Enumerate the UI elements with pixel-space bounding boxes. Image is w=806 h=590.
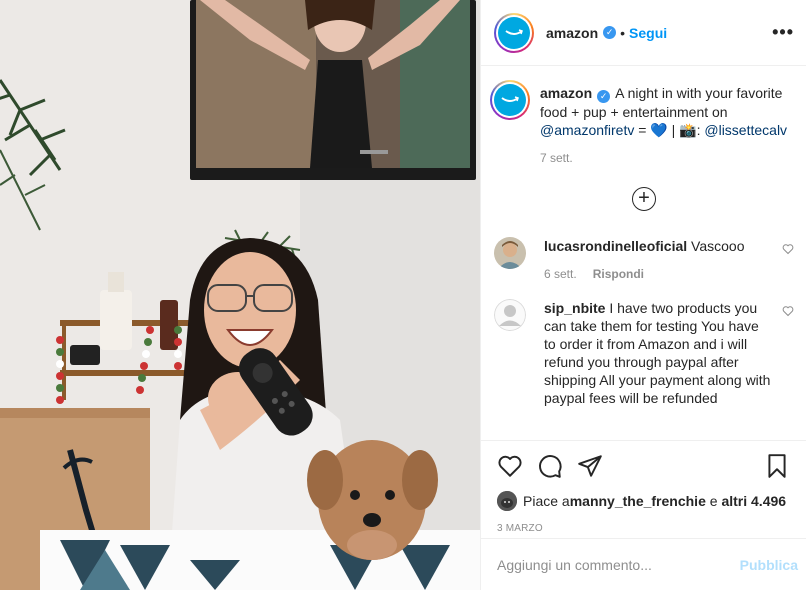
tv (190, 0, 476, 180)
comment-username[interactable]: lucasrondinelleoficial (544, 238, 687, 254)
caption-mid: = 💙 | 📸: (634, 122, 705, 138)
comment-avatar[interactable] (494, 237, 526, 269)
post-dialog: amazon ✓ • Segui ••• amazon ✓ A night in… (0, 0, 806, 590)
follow-button[interactable]: Segui (629, 25, 667, 41)
add-comment-bar: Pubblica (481, 538, 806, 590)
header-dot-separator: • (620, 24, 626, 41)
caption-verified-icon: ✓ (597, 90, 611, 103)
post-header: amazon ✓ • Segui ••• (481, 0, 806, 66)
add-comment-input[interactable] (497, 556, 740, 573)
comment-avatar-default[interactable] (494, 299, 526, 331)
caption-amazon-logo-icon (494, 84, 526, 116)
reply-button[interactable]: Rispondi (593, 267, 644, 281)
load-more-comments-icon[interactable]: + (632, 187, 656, 211)
caption-time[interactable]: 7 sett. (540, 151, 573, 165)
mention-lissettecalv[interactable]: @lissettecalv (704, 122, 787, 138)
caption-meta: 7 sett. (540, 151, 790, 165)
post-date[interactable]: 3 MARZO (497, 523, 790, 534)
load-more-comments: + (494, 187, 794, 211)
comment-bubble-icon[interactable] (537, 453, 563, 479)
share-paper-plane-icon[interactable] (577, 453, 603, 479)
liker-username[interactable]: manny_the_frenchie (570, 493, 706, 509)
more-options-icon[interactable]: ••• (772, 22, 794, 43)
comment-body: Vascooo (691, 238, 745, 254)
comment-text: sip_nbite I have two products you can ta… (544, 299, 774, 407)
bookmark-icon[interactable] (764, 453, 790, 479)
post-photo[interactable] (0, 0, 480, 590)
post-side-panel: amazon ✓ • Segui ••• amazon ✓ A night in… (480, 0, 806, 590)
comment-like-heart-icon[interactable] (782, 243, 794, 255)
blanket (40, 530, 480, 590)
comment-like-heart-icon[interactable] (782, 305, 794, 317)
caption-text: amazon ✓ A night in with your favorite foo… (540, 84, 790, 139)
comment-time[interactable]: 6 sett. (544, 267, 577, 281)
likes-count[interactable]: altri 4.496 (721, 493, 786, 509)
comment-username[interactable]: sip_nbite (544, 300, 605, 316)
comment-meta: 6 sett. Rispondi (544, 267, 782, 281)
caption-username[interactable]: amazon (540, 85, 592, 101)
likes-summary: Piace a manny_the_frenchie e altri 4.496 (497, 491, 790, 511)
header-username[interactable]: amazon (546, 25, 598, 41)
likes-middle: e (705, 493, 722, 509)
liker-avatar[interactable] (497, 491, 517, 511)
comment-item: sip_nbite I have two products you can ta… (494, 299, 794, 407)
comment-text: lucasrondinelleoficial Vascooo (544, 237, 774, 255)
publish-button[interactable]: Pubblica (740, 557, 798, 573)
caption: amazon ✓ A night in with your favorite foo… (490, 80, 794, 165)
like-heart-icon[interactable] (497, 453, 523, 479)
amazon-logo-icon (498, 16, 530, 49)
mention-amazonfiretv[interactable]: @amazonfiretv (540, 122, 634, 138)
likes-prefix: Piace a (523, 493, 570, 509)
action-icons (497, 451, 790, 481)
profile-avatar-ring[interactable] (494, 12, 534, 53)
comment-item: lucasrondinelleoficial Vascooo 6 sett. Ri… (494, 237, 794, 281)
post-photo-illustration (0, 0, 480, 590)
comments-list[interactable]: amazon ✓ A night in with your favorite foo… (481, 66, 806, 440)
caption-avatar-ring[interactable] (490, 80, 530, 120)
verified-badge-icon: ✓ (603, 26, 617, 39)
